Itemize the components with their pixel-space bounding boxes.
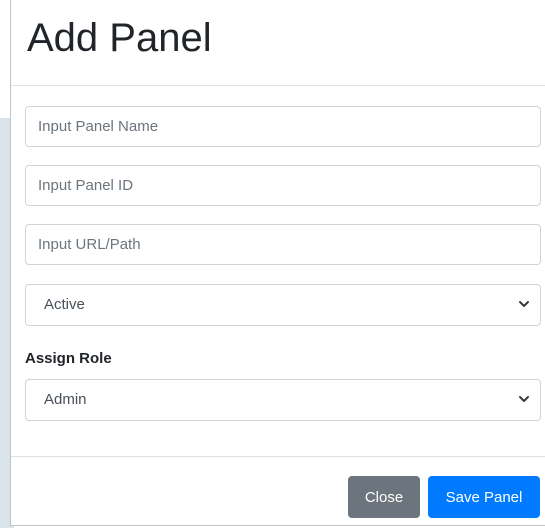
assign-role-select[interactable]: Admin [25, 379, 541, 421]
save-panel-button[interactable]: Save Panel [428, 476, 540, 518]
chevron-down-icon [519, 301, 529, 307]
close-button[interactable]: Close [348, 476, 420, 518]
status-select-value: Active [44, 296, 85, 313]
url-path-input[interactable] [25, 224, 541, 265]
panel-name-input[interactable] [25, 106, 541, 147]
panel-id-input[interactable] [25, 165, 541, 206]
assign-role-label: Assign Role [25, 350, 112, 367]
status-select[interactable]: Active [25, 284, 541, 326]
modal-footer: Close Save Panel [11, 456, 545, 526]
add-panel-modal: Add Panel Active Assign Role Admin Close… [10, 0, 545, 526]
modal-header: Add Panel [11, 0, 545, 86]
chevron-down-icon [519, 396, 529, 402]
modal-title: Add Panel [27, 16, 212, 60]
assign-role-value: Admin [44, 391, 87, 408]
